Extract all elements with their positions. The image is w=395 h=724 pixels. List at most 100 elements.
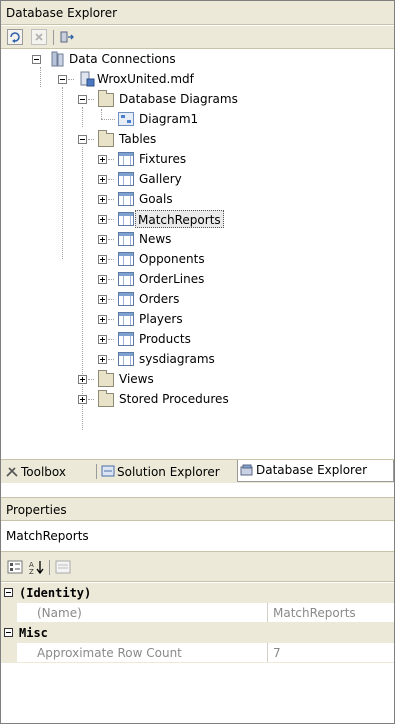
tree-label: WroxUnited.mdf xyxy=(97,72,194,86)
tree-label: Goals xyxy=(139,192,173,206)
tab-label: Solution Explorer xyxy=(117,465,220,479)
toolbox-icon xyxy=(6,467,18,477)
tree-node-diagram[interactable]: Diagram1 xyxy=(1,109,394,129)
expand-icon[interactable] xyxy=(98,295,107,304)
tree-node-table[interactable]: Fixtures xyxy=(1,149,394,169)
tree-node-table[interactable]: Orders xyxy=(1,289,394,309)
tree-connector xyxy=(108,199,114,200)
expand-icon[interactable] xyxy=(98,155,107,164)
tab-database-explorer[interactable]: Database Explorer xyxy=(237,460,394,482)
tree-label: sysdiagrams xyxy=(139,352,215,366)
collapse-icon[interactable] xyxy=(4,628,13,637)
table-icon xyxy=(118,232,134,246)
tree-connector xyxy=(108,279,114,280)
tree-node-table-selected[interactable]: MatchReports xyxy=(1,209,394,229)
expand-icon[interactable] xyxy=(98,235,107,244)
properties-title: Properties xyxy=(1,497,394,521)
property-value[interactable]: 7 xyxy=(273,643,281,663)
connect-to-database-button[interactable] xyxy=(59,29,77,45)
tab-toolbox[interactable]: Toolbox xyxy=(3,462,95,482)
expand-icon[interactable] xyxy=(78,375,87,384)
tree-connector xyxy=(108,219,114,220)
folder-icon xyxy=(98,130,114,147)
expand-icon[interactable] xyxy=(98,255,107,264)
expand-icon[interactable] xyxy=(98,335,107,344)
tree-node-database[interactable]: WroxUnited.mdf xyxy=(1,69,394,89)
tree-label: Fixtures xyxy=(139,152,187,166)
category-identity[interactable]: (Identity) xyxy=(1,583,394,603)
table-icon xyxy=(118,352,134,366)
table-icon xyxy=(118,332,134,346)
expand-icon[interactable] xyxy=(98,355,107,364)
category-label: (Identity) xyxy=(19,586,92,600)
tree-node-table[interactable]: News xyxy=(1,229,394,249)
tree-node-table[interactable]: OrderLines xyxy=(1,269,394,289)
tree-label: Database Diagrams xyxy=(119,92,238,106)
expand-icon[interactable] xyxy=(98,175,107,184)
toolbar-separator xyxy=(49,560,50,575)
folder-icon xyxy=(98,390,114,407)
tree-label: News xyxy=(139,232,172,246)
alphabetical-icon: A Z xyxy=(29,561,44,576)
category-label: Misc xyxy=(19,626,48,640)
tree-label: Opponents xyxy=(139,252,205,266)
collapse-icon[interactable] xyxy=(32,55,41,64)
tree-node-table[interactable]: Gallery xyxy=(1,169,394,189)
categorized-button[interactable] xyxy=(7,559,23,575)
expand-icon[interactable] xyxy=(78,395,87,404)
tree-label: OrderLines xyxy=(139,272,205,286)
explorer-toolbar xyxy=(1,26,394,49)
refresh-button[interactable] xyxy=(7,29,23,45)
tree-label: Data Connections xyxy=(69,52,176,66)
tree-node-database-diagrams[interactable]: Database Diagrams xyxy=(1,89,394,109)
alphabetical-button[interactable]: A Z xyxy=(29,559,45,576)
tree-node-table[interactable]: Opponents xyxy=(1,249,394,269)
property-pages-button[interactable] xyxy=(55,559,71,575)
collapse-icon[interactable] xyxy=(58,75,67,84)
tree-node-data-connections[interactable]: Data Connections xyxy=(1,49,394,69)
tree-label-selected: MatchReports xyxy=(135,210,224,228)
property-row[interactable]: Approximate Row Count 7 xyxy=(1,643,394,663)
collapse-icon[interactable] xyxy=(4,588,13,597)
expand-icon[interactable] xyxy=(98,215,107,224)
collapse-icon[interactable] xyxy=(78,135,87,144)
expand-icon[interactable] xyxy=(98,315,107,324)
tree-node-table[interactable]: Goals xyxy=(1,189,394,209)
table-icon xyxy=(118,192,134,206)
tree-node-table[interactable]: Products xyxy=(1,329,394,349)
tree-node-tables[interactable]: Tables xyxy=(1,129,394,149)
table-icon xyxy=(118,172,134,186)
properties-object-selector[interactable]: MatchReports xyxy=(1,521,394,552)
tree-label: Stored Procedures xyxy=(119,392,229,406)
row-divider xyxy=(17,662,394,663)
tree-node-stored-procedures[interactable]: Stored Procedures xyxy=(1,389,394,409)
property-name: Approximate Row Count xyxy=(37,646,182,660)
tree-connector xyxy=(88,399,94,400)
categorized-icon xyxy=(7,560,23,574)
refresh-icon xyxy=(10,32,20,43)
property-value[interactable]: MatchReports xyxy=(273,603,356,623)
delete-button[interactable] xyxy=(31,29,47,45)
tree-connector xyxy=(101,109,102,119)
tree-label: Views xyxy=(119,372,154,386)
tree-node-table[interactable]: sysdiagrams xyxy=(1,349,394,369)
category-misc[interactable]: Misc xyxy=(1,623,394,643)
expand-icon[interactable] xyxy=(98,195,107,204)
column-divider[interactable] xyxy=(267,603,268,623)
tree-label: Players xyxy=(139,312,183,326)
row-gutter xyxy=(1,603,17,623)
database-file-icon xyxy=(80,71,95,87)
tree-node-views[interactable]: Views xyxy=(1,369,394,389)
tab-label: Toolbox xyxy=(21,465,66,479)
tree-connector xyxy=(101,119,115,120)
collapse-icon[interactable] xyxy=(78,95,87,104)
column-divider[interactable] xyxy=(267,643,268,663)
tree-connector xyxy=(108,159,114,160)
expand-icon[interactable] xyxy=(98,275,107,284)
tree-label: Products xyxy=(139,332,191,346)
tab-solution-explorer[interactable]: Solution Explorer xyxy=(99,462,233,482)
tree-node-table[interactable]: Players xyxy=(1,309,394,329)
property-row[interactable]: (Name) MatchReports xyxy=(1,603,394,623)
window-frame: Database Explorer Data Connections WroxU… xyxy=(0,0,395,724)
table-icon xyxy=(118,252,134,266)
